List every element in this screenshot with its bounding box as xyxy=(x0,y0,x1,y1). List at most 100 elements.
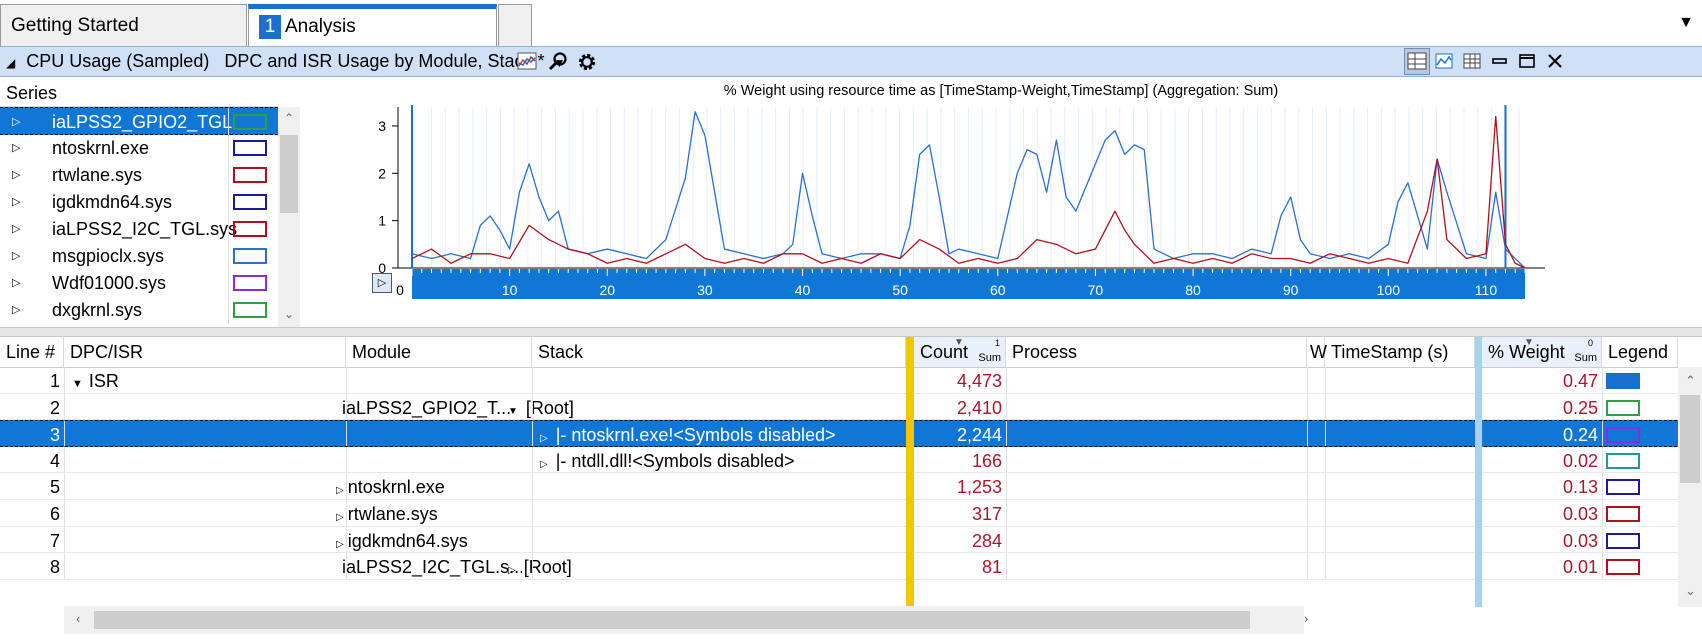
table-row[interactable]: 4 ▷ |- ntdll.dll!<Symbols disabled> 166 0.02 xyxy=(0,446,1702,474)
expand-triangle-icon[interactable]: ▷ xyxy=(12,188,20,216)
legend-swatch[interactable] xyxy=(1606,479,1640,496)
close-icon[interactable] xyxy=(1544,51,1566,73)
x-tick-label: 60 xyxy=(990,282,1006,298)
expand-triangle-icon[interactable]: ▷ xyxy=(12,296,20,324)
column-weight[interactable]: % Weight ▼ 0 Sum xyxy=(1482,337,1602,367)
chart-icon[interactable] xyxy=(516,51,538,73)
legend-swatch[interactable] xyxy=(1606,427,1640,444)
count-cell: 284 xyxy=(971,530,1002,551)
series-item[interactable]: ▷ rtwlane.sys xyxy=(0,161,278,189)
pivot-separator-bar[interactable] xyxy=(906,337,914,607)
column-dpc-isr[interactable]: DPC/ISR xyxy=(64,337,346,367)
legend-swatch[interactable] xyxy=(1606,532,1640,549)
expand-triangle-icon[interactable]: ▷ xyxy=(336,539,344,550)
module-label: iaLPSS2_GPIO2_T... xyxy=(342,397,512,418)
gear-icon[interactable] xyxy=(576,51,598,73)
legend-swatch[interactable] xyxy=(1606,452,1640,469)
line-number: 8 xyxy=(49,557,60,578)
expand-triangle-icon[interactable]: ▷ xyxy=(12,242,20,270)
zoom-to-selection-button[interactable]: ▷ xyxy=(372,273,392,293)
legend-swatch[interactable] xyxy=(1606,399,1640,416)
chart-and-table-view-button[interactable] xyxy=(1404,48,1430,75)
series-item[interactable]: ▷ ntoskrnl.exe xyxy=(0,134,278,162)
expand-triangle-icon[interactable]: ▷ xyxy=(336,512,344,523)
table-row[interactable]: 2 iaLPSS2_GPIO2_T... ▼ [Root] 2,410 0.25 xyxy=(0,393,1702,421)
series-color-swatch[interactable] xyxy=(233,114,267,130)
column-timestamp[interactable]: TimeStamp (s) xyxy=(1325,337,1475,367)
column-divider xyxy=(1307,500,1308,526)
scroll-down-icon[interactable]: ⌄ xyxy=(284,307,294,321)
scrollbar-thumb[interactable] xyxy=(280,135,298,213)
series-item[interactable]: ▷ igdkmdn64.sys xyxy=(0,188,278,216)
column-w[interactable]: W xyxy=(1307,337,1327,367)
tab-empty[interactable] xyxy=(498,4,532,46)
expand-triangle-icon[interactable]: ▷ xyxy=(508,565,516,576)
scroll-down-icon[interactable]: ⌄ xyxy=(1685,583,1696,599)
expand-triangle-icon[interactable]: ▷ xyxy=(540,433,548,444)
expand-triangle-icon[interactable]: ▷ xyxy=(12,108,20,136)
expand-triangle-icon[interactable]: ▷ xyxy=(540,459,548,470)
series-scrollbar[interactable]: ⌃ ⌄ xyxy=(278,107,300,327)
column-count[interactable]: Count ▼ 1 Sum xyxy=(914,337,1006,367)
series-item[interactable]: ▷ iaLPSS2_GPIO2_TGL.... xyxy=(0,107,278,136)
legend-swatch[interactable] xyxy=(1606,559,1640,576)
minimize-icon[interactable] xyxy=(1488,51,1510,73)
series-color-swatch[interactable] xyxy=(233,167,267,183)
table-row[interactable]: 6 ▷ rtwlane.sys 317 0.03 xyxy=(0,500,1702,527)
series-item[interactable]: ▷ msgpioclx.sys xyxy=(0,242,278,270)
line-chart[interactable]: 01230 10 20 30 40 50 60 70 80 90 100 110 xyxy=(300,77,1702,327)
column-module[interactable]: Module xyxy=(346,337,532,367)
document-tab-bar: Getting Started 1 Analysis ▼ xyxy=(0,0,1702,46)
line-chart-view-icon[interactable] xyxy=(1433,51,1455,73)
scroll-left-icon[interactable]: ‹ xyxy=(76,611,80,626)
dpc-isr-cell: ▼ ISR xyxy=(72,367,342,393)
scroll-right-icon[interactable]: › xyxy=(1304,611,1308,626)
series-color-swatch[interactable] xyxy=(233,221,267,237)
column-divider xyxy=(64,473,65,499)
series-item[interactable]: ▷ iaLPSS2_I2C_TGL.sys xyxy=(0,215,278,243)
expand-triangle-icon[interactable]: ▷ xyxy=(12,134,20,162)
series-color-swatch[interactable] xyxy=(233,248,267,264)
scroll-up-icon[interactable]: ⌃ xyxy=(284,111,294,125)
legend-swatch[interactable] xyxy=(1606,506,1640,522)
series-item[interactable]: ▷ dxgkrnl.sys xyxy=(0,296,278,324)
expanded-triangle-icon[interactable]: ▼ xyxy=(72,378,83,390)
column-line[interactable]: Line # xyxy=(0,337,64,367)
chart-area[interactable]: % Weight using resource time as [TimeSta… xyxy=(300,77,1702,327)
table-view-icon[interactable] xyxy=(1461,51,1483,73)
legend-swatch[interactable] xyxy=(1606,373,1640,389)
column-stack[interactable]: Stack xyxy=(532,337,906,367)
expand-triangle-icon[interactable]: ▷ xyxy=(12,215,20,243)
column-divider xyxy=(1325,553,1326,579)
tab-getting-started[interactable]: Getting Started xyxy=(0,4,247,46)
expand-triangle-icon[interactable]: ▷ xyxy=(12,269,20,297)
column-legend[interactable]: Legend xyxy=(1602,337,1678,367)
table-row[interactable]: 1 ▼ ISR 4,473 0.47 xyxy=(0,367,1702,394)
splitter[interactable] xyxy=(0,327,1702,337)
maximize-icon[interactable] xyxy=(1516,51,1538,73)
series-color-swatch[interactable] xyxy=(233,194,267,210)
series-color-swatch[interactable] xyxy=(233,140,267,156)
table-row[interactable]: 5 ▷ ntoskrnl.exe 1,253 0.13 xyxy=(0,473,1702,500)
graph-separator-bar[interactable] xyxy=(1475,337,1482,607)
table-row[interactable]: 8 iaLPSS2_I2C_TGL.s... ▷ [Root] 81 0.01 xyxy=(0,553,1702,580)
tab-analysis[interactable]: 1 Analysis xyxy=(248,4,497,46)
expand-triangle-icon[interactable]: ▷ xyxy=(12,161,20,189)
collapse-triangle-icon[interactable]: ◢ xyxy=(6,56,15,70)
series-item[interactable]: ▷ Wdf01000.sys xyxy=(0,269,278,297)
preset-selector[interactable]: DPC and ISR Usage by Module, Stack * xyxy=(224,51,544,71)
scrollbar-thumb[interactable] xyxy=(1680,395,1700,483)
table-horizontal-scrollbar[interactable]: ‹ › xyxy=(64,606,1308,634)
expanded-triangle-icon[interactable]: ▼ xyxy=(508,406,518,417)
series-color-swatch[interactable] xyxy=(233,275,267,291)
expand-triangle-icon[interactable]: ▷ xyxy=(336,485,344,496)
table-row[interactable]: 7 ▷ igdkmdn64.sys 284 0.03 xyxy=(0,526,1702,554)
table-row[interactable]: 3 ▷ |- ntoskrnl.exe!<Symbols disabled> 2,24… xyxy=(0,420,1702,447)
series-color-swatch[interactable] xyxy=(233,302,267,318)
scroll-up-icon[interactable]: ⌃ xyxy=(1685,373,1696,389)
scrollbar-thumb[interactable] xyxy=(94,611,1250,629)
table-scrollbar[interactable]: ⌃ ⌄ xyxy=(1678,367,1702,607)
column-process[interactable]: Process xyxy=(1006,337,1307,367)
tab-list-dropdown-icon[interactable]: ▼ xyxy=(1678,14,1694,32)
search-icon[interactable] xyxy=(547,51,569,73)
